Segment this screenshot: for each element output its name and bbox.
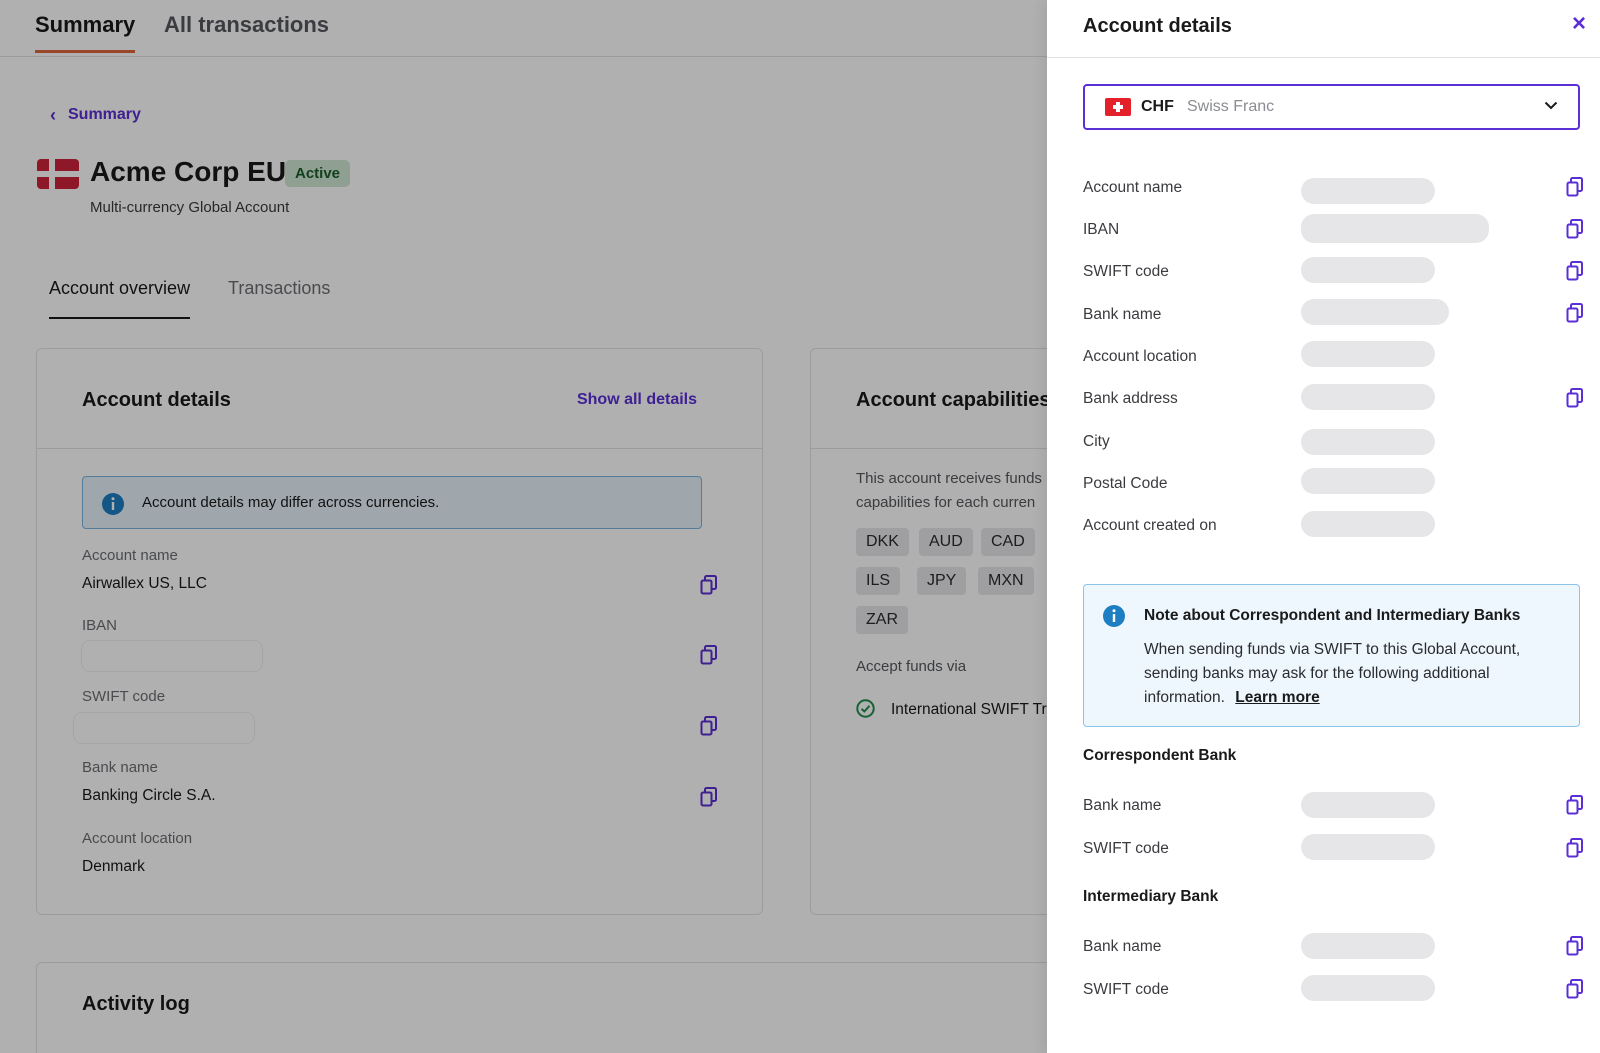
- drawer-title: Account details: [1083, 15, 1232, 37]
- correspondent-swift-code-label: SWIFT code: [1083, 840, 1169, 857]
- currency-select[interactable]: CHF Swiss Franc: [1083, 84, 1580, 130]
- postal-code-placeholder: [1301, 468, 1435, 494]
- account-created-on-label: Account created on: [1083, 517, 1217, 534]
- correspondent-swift-code-placeholder: [1301, 834, 1435, 860]
- city-placeholder: [1301, 429, 1435, 455]
- intermediary-bank-name-label: Bank name: [1083, 938, 1162, 955]
- copy-icon[interactable]: [1566, 261, 1584, 281]
- copy-icon[interactable]: [1566, 936, 1584, 956]
- note-title: Note about Correspondent and Intermediar…: [1144, 607, 1521, 624]
- close-icon[interactable]: ×: [1572, 12, 1586, 36]
- currency-name: Swiss Franc: [1187, 98, 1275, 115]
- swift-code-placeholder: [1301, 257, 1435, 283]
- note-body: When sending funds via SWIFT to this Glo…: [1144, 638, 1564, 710]
- account-location-placeholder: [1301, 341, 1435, 367]
- iban-placeholder: [1301, 214, 1489, 243]
- intermediary-bank-heading: Intermediary Bank: [1083, 888, 1219, 905]
- postal-code-label: Postal Code: [1083, 475, 1168, 492]
- account-details-drawer: Account details × CHF Swiss Franc Accoun…: [1047, 0, 1600, 1053]
- city-label: City: [1083, 433, 1110, 450]
- correspondent-note: Note about Correspondent and Intermediar…: [1083, 584, 1580, 727]
- copy-icon[interactable]: [1566, 219, 1584, 239]
- bank-address-label: Bank address: [1083, 390, 1178, 407]
- intermediary-swift-code-placeholder: [1301, 975, 1435, 1001]
- correspondent-bank-heading: Correspondent Bank: [1083, 747, 1237, 764]
- info-icon: [1103, 605, 1125, 627]
- bank-address-placeholder: [1301, 384, 1435, 410]
- intermediary-swift-code-label: SWIFT code: [1083, 981, 1169, 998]
- account-created-on-placeholder: [1301, 511, 1435, 537]
- account-name-label: Account name: [1083, 179, 1183, 196]
- copy-icon[interactable]: [1566, 838, 1584, 858]
- bank-name-label: Bank name: [1083, 306, 1162, 323]
- drawer-header: Account details ×: [1047, 0, 1600, 58]
- iban-label: IBAN: [1083, 221, 1120, 238]
- copy-icon[interactable]: [1566, 303, 1584, 323]
- account-location-label: Account location: [1083, 348, 1197, 365]
- account-name-placeholder: [1301, 178, 1435, 204]
- bank-name-placeholder: [1301, 299, 1449, 325]
- copy-icon[interactable]: [1566, 795, 1584, 815]
- copy-icon[interactable]: [1566, 979, 1584, 999]
- chevron-down-icon: [1544, 101, 1558, 110]
- swift-code-label: SWIFT code: [1083, 263, 1169, 280]
- intermediary-bank-name-placeholder: [1301, 933, 1435, 959]
- correspondent-bank-name-label: Bank name: [1083, 797, 1162, 814]
- switzerland-flag-icon: [1105, 98, 1131, 116]
- copy-icon[interactable]: [1566, 177, 1584, 197]
- correspondent-bank-name-placeholder: [1301, 792, 1435, 818]
- modal-overlay[interactable]: [0, 0, 1047, 1053]
- copy-icon[interactable]: [1566, 388, 1584, 408]
- currency-code: CHF: [1141, 98, 1174, 115]
- note-body-text: When sending funds via SWIFT to this Glo…: [1144, 641, 1521, 706]
- learn-more-link[interactable]: Learn more: [1235, 689, 1319, 706]
